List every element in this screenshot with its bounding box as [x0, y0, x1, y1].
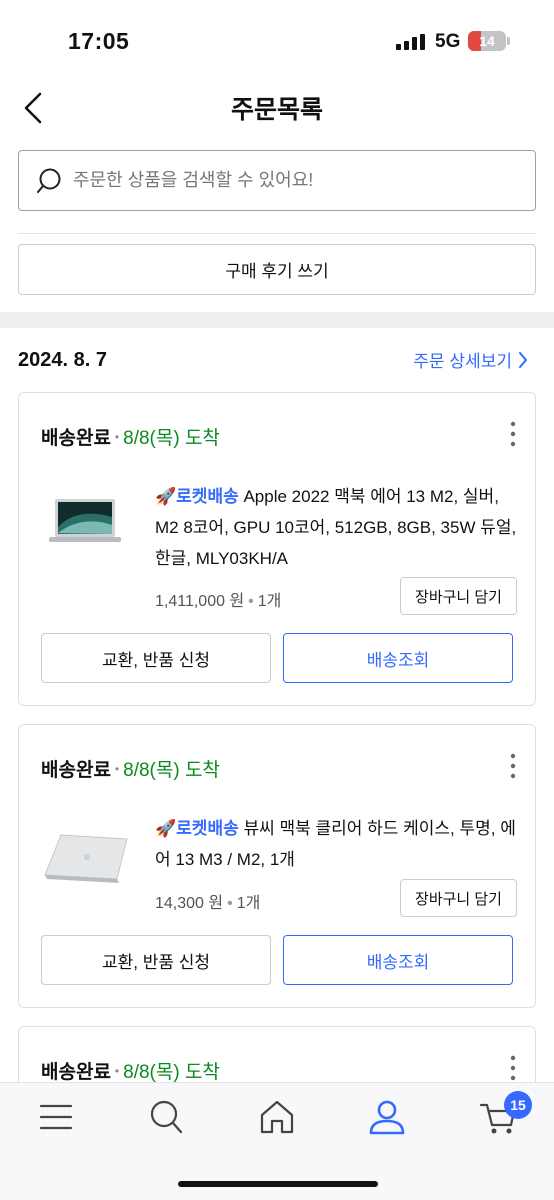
- search-input[interactable]: [73, 170, 493, 191]
- price-line: 14,300 원 • 1개: [155, 889, 260, 913]
- header: 주문목록 구매 후기 쓰기: [0, 80, 554, 312]
- rocket-delivery-badge: 🚀로켓배송: [155, 819, 239, 838]
- product-thumbnail[interactable]: [41, 831, 133, 887]
- search-icon: [37, 168, 61, 193]
- arrival-date: 8/8(목) 도착: [123, 760, 220, 781]
- status-bar: 17:05 5G 14: [0, 0, 554, 80]
- status-label: 배송완료: [41, 428, 111, 449]
- battery-level: 14: [479, 33, 495, 49]
- delivery-status: 배송완료 • 8/8(목) 도착: [41, 423, 220, 450]
- battery-tip: [507, 37, 510, 45]
- menu-icon[interactable]: [36, 1097, 76, 1137]
- signal-icon: [396, 34, 425, 50]
- product-price: 14,300 원: [155, 895, 224, 912]
- search-tab-icon[interactable]: [146, 1097, 186, 1137]
- more-options-icon[interactable]: [509, 421, 517, 447]
- rocket-delivery-badge: 🚀로켓배송: [155, 487, 239, 506]
- page-title: 주문목록: [230, 96, 323, 124]
- exchange-return-button[interactable]: 교환, 반품 신청: [41, 633, 271, 683]
- order-item-card: 배송완료 • 8/8(목) 도착 🚀로켓배송 Apple 2022 맥북 에어 13…: [18, 392, 536, 706]
- status-separator: •: [114, 1064, 120, 1078]
- my-page-icon[interactable]: [367, 1097, 407, 1137]
- home-icon[interactable]: [257, 1097, 297, 1137]
- arrival-date: 8/8(목) 도착: [123, 428, 220, 449]
- section-gap: [0, 312, 554, 328]
- search-bar[interactable]: [18, 150, 536, 211]
- status-separator: •: [114, 762, 120, 776]
- product-thumbnail[interactable]: [47, 497, 123, 547]
- exchange-return-button[interactable]: 교환, 반품 신청: [41, 935, 271, 985]
- product-price: 1,411,000 원: [155, 593, 245, 610]
- order-detail-link[interactable]: 주문 상세보기: [413, 347, 528, 372]
- price-separator: •: [248, 593, 254, 610]
- more-options-icon[interactable]: [509, 1055, 517, 1081]
- network-type: 5G: [435, 31, 461, 52]
- cart-count-badge: 15: [504, 1091, 532, 1119]
- add-to-cart-button[interactable]: 장바구니 담기: [400, 879, 517, 917]
- product-quantity: 1개: [236, 895, 261, 912]
- price-separator: •: [227, 895, 233, 912]
- product-quantity: 1개: [257, 593, 282, 610]
- arrival-date: 8/8(목) 도착: [123, 1062, 220, 1083]
- battery-icon: 14: [468, 31, 506, 51]
- order-section: 2024. 8. 7 주문 상세보기 배송완료 • 8/8(목) 도착 🚀로켓배송 …: [0, 328, 554, 1146]
- track-delivery-button[interactable]: 배송조회: [283, 633, 513, 683]
- collapsed-divider: [18, 226, 536, 234]
- price-line: 1,411,000 원 • 1개: [155, 587, 281, 611]
- more-options-icon[interactable]: [509, 753, 517, 779]
- status-separator: •: [114, 430, 120, 444]
- add-to-cart-button[interactable]: 장바구니 담기: [400, 577, 517, 615]
- status-time: 17:05: [68, 28, 130, 54]
- order-item-card: 배송완료 • 8/8(목) 도착 🚀로켓배송 뷰씨 맥북 클리어 하드 케이스, 투…: [18, 724, 536, 1008]
- write-review-button[interactable]: 구매 후기 쓰기: [18, 244, 536, 295]
- order-detail-label: 주문 상세보기: [413, 352, 512, 371]
- delivery-status: 배송완료 • 8/8(목) 도착: [41, 1057, 220, 1084]
- product-name[interactable]: 🚀로켓배송 Apple 2022 맥북 에어 13 M2, 실버, M2 8코어…: [155, 481, 519, 574]
- status-label: 배송완료: [41, 1062, 111, 1083]
- home-indicator: [178, 1181, 378, 1187]
- chevron-right-icon: [519, 351, 527, 368]
- product-name[interactable]: 🚀로켓배송 뷰씨 맥북 클리어 하드 케이스, 투명, 에어 13 M3 / M…: [155, 813, 519, 875]
- delivery-status: 배송완료 • 8/8(목) 도착: [41, 755, 220, 782]
- order-date: 2024. 8. 7: [18, 349, 107, 371]
- status-label: 배송완료: [41, 760, 111, 781]
- track-delivery-button[interactable]: 배송조회: [283, 935, 513, 985]
